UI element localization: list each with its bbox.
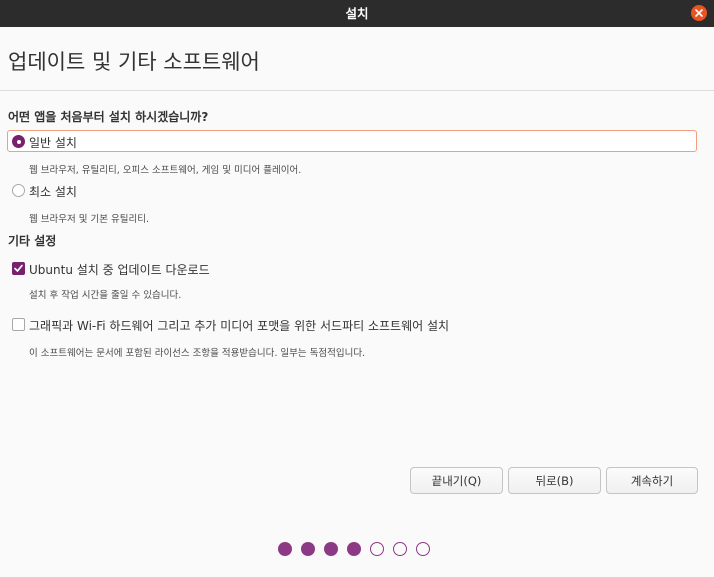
- minimal-install-radio[interactable]: [12, 184, 25, 197]
- progress-dot-pending: [416, 542, 430, 556]
- normal-install-radio[interactable]: [12, 135, 25, 148]
- third-party-software-checkbox[interactable]: [12, 318, 25, 331]
- download-updates-label[interactable]: Ubuntu 설치 중 업데이트 다운로드: [29, 261, 210, 278]
- close-icon: [695, 9, 703, 17]
- progress-dot-completed: [301, 542, 315, 556]
- progress-dot-pending: [370, 542, 384, 556]
- window-title: 설치: [345, 6, 369, 21]
- normal-install-option[interactable]: [7, 130, 697, 152]
- progress-dot-completed: [324, 542, 338, 556]
- window-titlebar: 설치: [0, 0, 714, 27]
- normal-install-description: 웹 브라우저, 유틸리티, 오피스 소프트웨어, 게임 및 미디어 플레이어.: [29, 165, 302, 176]
- checkmark-icon: [14, 264, 23, 272]
- third-party-software-description: 이 소프트웨어는 문서에 포함된 라이선스 조항을 적용받습니다. 일부는 독점…: [29, 348, 366, 359]
- page-title: 업데이트 및 기타 소프트웨어: [8, 50, 260, 74]
- continue-button[interactable]: 계속하기: [606, 467, 698, 494]
- download-updates-description: 설치 후 작업 시간을 줄일 수 있습니다.: [29, 290, 182, 301]
- progress-dot-completed: [347, 542, 361, 556]
- back-button[interactable]: 뒤로(B): [508, 467, 601, 494]
- other-settings-heading: 기타 설정: [8, 234, 57, 248]
- third-party-software-label[interactable]: 그래픽과 Wi-Fi 하드웨어 그리고 추가 미디어 포맷을 위한 서드파티 소…: [29, 317, 449, 334]
- download-updates-checkbox[interactable]: [12, 262, 25, 275]
- minimal-install-description: 웹 브라우저 및 기본 유틸리티.: [29, 214, 149, 225]
- progress-dot-completed: [278, 542, 292, 556]
- install-type-question: 어떤 앱을 처음부터 설치 하시겠습니까?: [8, 110, 209, 124]
- close-button[interactable]: [691, 5, 707, 21]
- minimal-install-label[interactable]: 최소 설치: [29, 183, 77, 200]
- normal-install-label[interactable]: 일반 설치: [29, 134, 77, 151]
- quit-button[interactable]: 끝내기(Q): [410, 467, 503, 494]
- progress-dot-pending: [393, 542, 407, 556]
- progress-indicator: [278, 542, 430, 556]
